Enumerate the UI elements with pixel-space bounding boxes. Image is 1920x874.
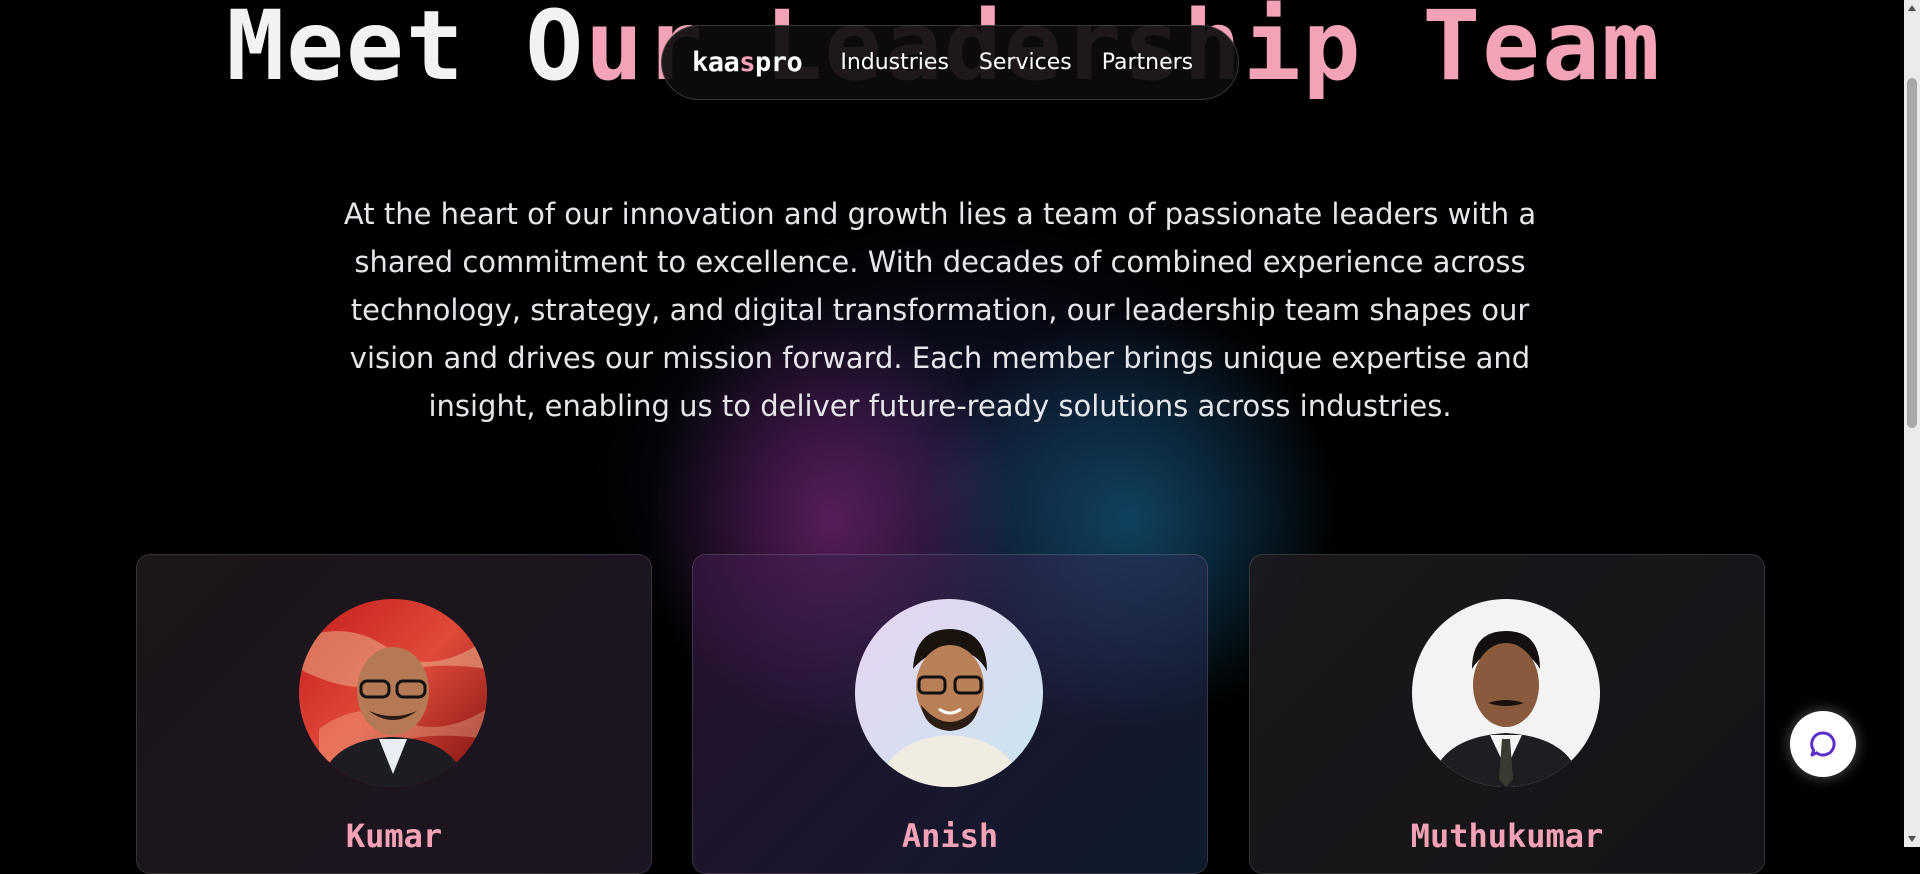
- team-member-name: Anish: [901, 817, 999, 855]
- team-card-kumar[interactable]: Kumar: [136, 554, 652, 874]
- avatar: [1412, 599, 1600, 787]
- logo-text-accent: s: [739, 47, 756, 78]
- top-navbar: kaaspro Industries Services Partners: [661, 25, 1239, 100]
- avatar: [299, 599, 487, 787]
- scroll-down-arrow-icon[interactable]: [1904, 831, 1920, 847]
- logo-text-end: pro: [755, 47, 803, 78]
- team-card-anish[interactable]: Anish: [692, 554, 1208, 874]
- scroll-up-arrow-icon[interactable]: [1904, 0, 1920, 16]
- chat-button[interactable]: [1790, 711, 1856, 777]
- team-member-name: Muthukumar: [1410, 817, 1604, 855]
- chat-bubble-icon: [1810, 731, 1836, 757]
- team-member-name: Kumar: [345, 817, 443, 855]
- logo-text-start: kaa: [692, 47, 740, 78]
- page-scrollbar[interactable]: [1904, 0, 1920, 847]
- kaaspro-logo[interactable]: kaaspro: [692, 47, 803, 78]
- avatar: [855, 599, 1043, 787]
- nav-link-industries[interactable]: Industries: [840, 50, 949, 75]
- nav-link-partners[interactable]: Partners: [1102, 50, 1193, 75]
- page-title-white: Meet O: [226, 0, 586, 102]
- intro-paragraph: At the heart of our innovation and growt…: [343, 197, 1537, 423]
- team-card-muthukumar[interactable]: Muthukumar: [1249, 554, 1765, 874]
- nav-link-services[interactable]: Services: [979, 50, 1072, 75]
- scrollbar-thumb[interactable]: [1907, 78, 1917, 428]
